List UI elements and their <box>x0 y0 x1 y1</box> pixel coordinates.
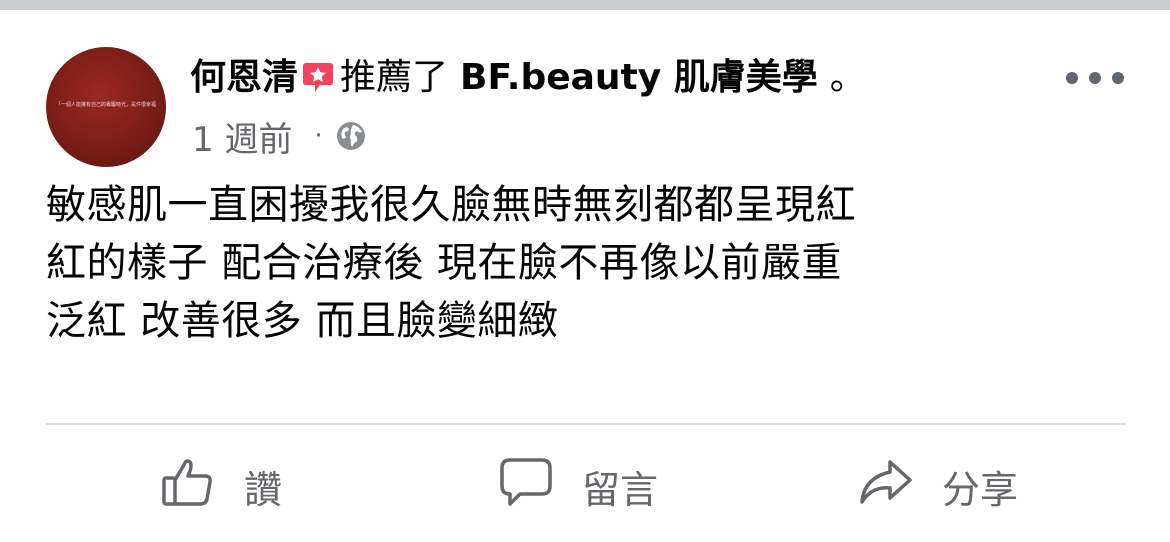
share-button[interactable]: 分享 <box>858 450 1018 522</box>
dot-icon <box>1089 72 1101 84</box>
post-body-text: 敏感肌一直困擾我很久臉無時無刻都都呈現紅 紅的樣子 配合治療後 現在臉不再像以前… <box>46 176 1126 350</box>
top-separator-strip <box>0 0 1170 10</box>
share-label: 分享 <box>942 467 1019 512</box>
avatar-caption: 「一個人能擁有自己的專屬時光，是件很幸福的事情」 <box>56 102 156 108</box>
comment-label: 留言 <box>582 467 659 512</box>
comment-button[interactable]: 留言 <box>498 450 658 522</box>
post-meta: 1 週前 · <box>192 112 367 161</box>
page-name-link[interactable]: BF.beauty 肌膚美學 <box>460 54 818 102</box>
post-text-line: 紅的樣子 配合治療後 現在臉不再像以前嚴重 <box>46 240 842 286</box>
more-options-button[interactable] <box>1066 66 1124 90</box>
like-button[interactable]: 讚 <box>160 450 282 522</box>
dot-icon <box>1066 72 1078 84</box>
author-name-link[interactable]: 何恩清 <box>190 54 298 102</box>
like-label: 讚 <box>244 467 283 512</box>
post-text-line: 泛紅 改善很多 而且臉變細緻 <box>46 298 559 344</box>
post-timestamp-link[interactable]: 1 週前 <box>192 112 292 161</box>
action-bar: 讚 留言 分享 <box>46 450 1126 522</box>
post-text-line: 敏感肌一直困擾我很久臉無時無刻都都呈現紅 <box>46 182 856 228</box>
post-header: 何恩清 推薦了 BF.beauty 肌膚美學 。 <box>190 54 866 102</box>
header-period: 。 <box>829 57 866 98</box>
thumbs-up-icon <box>160 454 216 519</box>
avatar[interactable]: 「一個人能擁有自己的專屬時光，是件很幸福的事情」 <box>46 47 166 167</box>
globe-icon[interactable] <box>335 120 367 152</box>
comment-bubble-icon <box>498 454 554 519</box>
recommend-star-icon <box>300 60 336 96</box>
meta-separator: · <box>314 121 323 151</box>
share-arrow-icon <box>858 454 914 519</box>
divider <box>46 423 1126 425</box>
post-card: 「一個人能擁有自己的專屬時光，是件很幸福的事情」 何恩清 推薦了 BF.beau… <box>0 10 1170 542</box>
recommend-action-text: 推薦了 <box>340 57 449 98</box>
dot-icon <box>1112 72 1124 84</box>
